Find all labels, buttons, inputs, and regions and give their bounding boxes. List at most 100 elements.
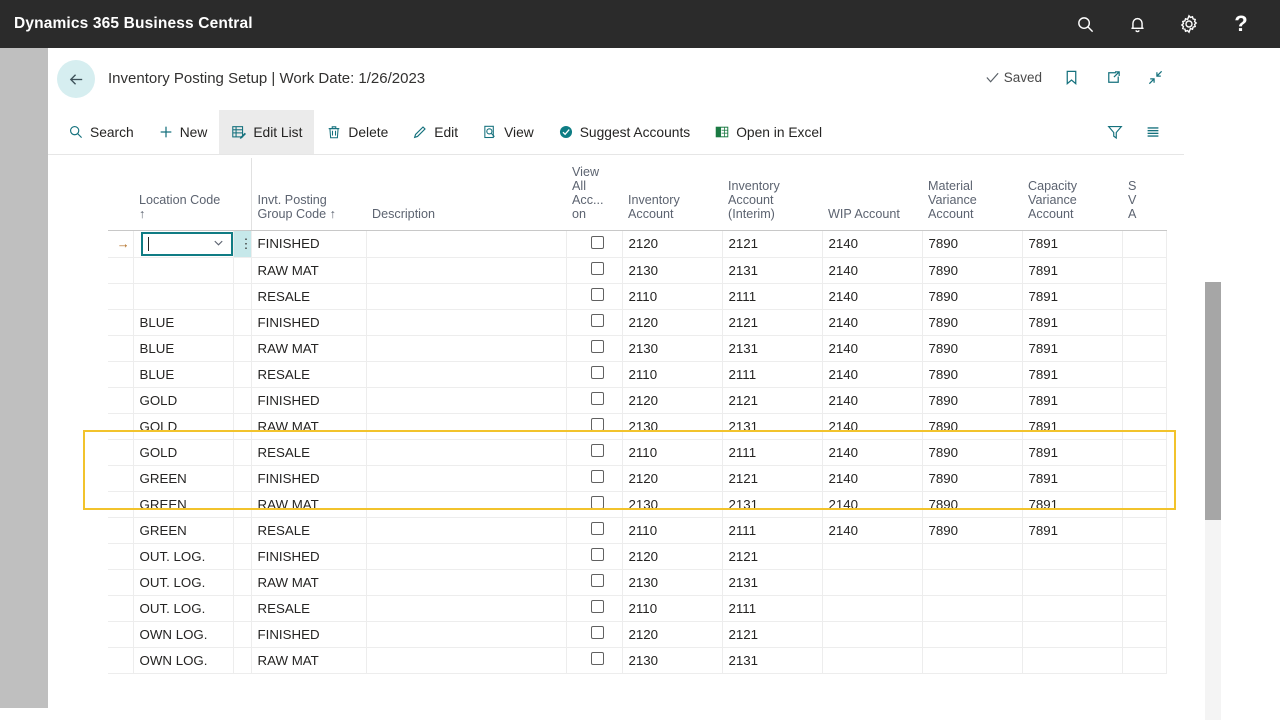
vertical-scrollbar-thumb[interactable]	[1205, 282, 1221, 520]
cell-description[interactable]	[366, 517, 567, 544]
cell-description[interactable]	[366, 543, 567, 570]
cell-view-all-accounts-checkbox[interactable]	[566, 595, 623, 622]
cell-inventory-account-interim[interactable]: 2131	[722, 413, 823, 440]
cell-material-variance-account[interactable]: 7890	[922, 309, 1023, 336]
cell-invt-posting-group-code[interactable]: RAW MAT	[251, 413, 367, 440]
cell-invt-posting-group-code[interactable]: FINISHED	[251, 230, 367, 258]
table-row[interactable]: GOLD FINISHED 2120 2121 2140 7890 7891	[108, 387, 1167, 414]
cell-wip-account[interactable]: 2140	[822, 257, 923, 284]
cell-wip-account[interactable]: 2140	[822, 387, 923, 414]
cell-location-code[interactable]: OWN LOG.	[133, 647, 234, 674]
cell-location-code[interactable]: GREEN	[133, 491, 234, 518]
cell-wip-account[interactable]	[822, 647, 923, 674]
table-row[interactable]: → ⋮FINISHED 21202121214078907891	[108, 230, 1167, 258]
ribbon-button-edit-list[interactable]: Edit List	[219, 110, 315, 154]
cell-capacity-variance-account[interactable]: 7891	[1022, 465, 1123, 492]
cell-subcontracted-variance-account[interactable]	[1122, 465, 1167, 492]
checkbox-icon[interactable]	[590, 288, 604, 301]
search-icon[interactable]	[1068, 7, 1102, 41]
cell-view-all-accounts-checkbox[interactable]	[566, 257, 623, 284]
cell-wip-account[interactable]: 2140	[822, 309, 923, 336]
cell-capacity-variance-account[interactable]: 7891	[1022, 491, 1123, 518]
ribbon-button-search[interactable]: Search	[56, 110, 146, 154]
cell-inventory-account[interactable]: 2110	[622, 595, 723, 622]
cell-wip-account[interactable]: 2140	[822, 517, 923, 544]
checkbox-icon[interactable]	[590, 548, 604, 561]
cell-inventory-account[interactable]: 2110	[622, 283, 723, 310]
cell-view-all-accounts-checkbox[interactable]	[566, 387, 623, 414]
table-row[interactable]: BLUE RESALE 2110 2111 2140 7890 7891	[108, 361, 1167, 388]
cell-description[interactable]	[366, 569, 567, 596]
cell-inventory-account[interactable]: 2120	[622, 230, 723, 258]
checkbox-icon[interactable]	[590, 418, 604, 431]
cell-subcontracted-variance-account[interactable]	[1122, 439, 1167, 466]
cell-invt-posting-group-code[interactable]: RAW MAT	[251, 647, 367, 674]
assist-edit-button[interactable]: ⋮	[233, 230, 252, 258]
cell-inventory-account[interactable]: 2130	[622, 569, 723, 596]
cell-view-all-accounts-checkbox[interactable]	[566, 309, 623, 336]
cell-material-variance-account[interactable]: 7890	[922, 257, 1023, 284]
cell-subcontracted-variance-account[interactable]	[1122, 309, 1167, 336]
cell-inventory-account-interim[interactable]: 2111	[722, 361, 823, 388]
cell-capacity-variance-account[interactable]: 7891	[1022, 335, 1123, 362]
cell-description[interactable]	[366, 309, 567, 336]
cell-view-all-accounts-checkbox[interactable]	[566, 465, 623, 492]
table-row[interactable]: GREEN FINISHED 2120 2121 2140 7890 7891	[108, 465, 1167, 492]
cell-capacity-variance-account[interactable]: 7891	[1022, 439, 1123, 466]
cell-inventory-account[interactable]: 2110	[622, 517, 723, 544]
cell-view-all-accounts-checkbox[interactable]	[566, 569, 623, 596]
table-row[interactable]: BLUE RAW MAT 2130 2131 2140 7890 7891	[108, 335, 1167, 362]
cell-invt-posting-group-code[interactable]: RAW MAT	[251, 569, 367, 596]
cell-description[interactable]	[366, 335, 567, 362]
col-subcontracted-variance-account[interactable]: S V A	[1122, 158, 1166, 231]
cell-invt-posting-group-code[interactable]: RESALE	[251, 595, 367, 622]
cell-location-code[interactable]: OWN LOG.	[133, 621, 234, 648]
cell-material-variance-account[interactable]	[922, 543, 1023, 570]
ribbon-button-open-in-excel[interactable]: Open in Excel	[702, 110, 834, 154]
checkbox-icon[interactable]	[590, 444, 604, 457]
cell-location-code[interactable]: BLUE	[133, 361, 234, 388]
cell-view-all-accounts-checkbox[interactable]	[566, 621, 623, 648]
cell-capacity-variance-account[interactable]: 7891	[1022, 361, 1123, 388]
cell-inventory-account-interim[interactable]: 2121	[722, 621, 823, 648]
cell-invt-posting-group-code[interactable]: FINISHED	[251, 465, 367, 492]
cell-description[interactable]	[366, 257, 567, 284]
col-description[interactable]: Description	[366, 158, 566, 231]
cell-wip-account[interactable]: 2140	[822, 413, 923, 440]
cell-description[interactable]	[366, 595, 567, 622]
cell-description[interactable]	[366, 283, 567, 310]
cell-invt-posting-group-code[interactable]: RAW MAT	[251, 335, 367, 362]
table-row[interactable]: GREEN RAW MAT 2130 2131 2140 7890 7891	[108, 491, 1167, 518]
cell-material-variance-account[interactable]: 7890	[922, 230, 1023, 258]
cell-material-variance-account[interactable]: 7890	[922, 387, 1023, 414]
cell-location-code[interactable]: GOLD	[133, 413, 234, 440]
table-row[interactable]: OUT. LOG. RAW MAT 2130 2131	[108, 569, 1167, 596]
checkbox-icon[interactable]	[590, 392, 604, 405]
collapse-icon[interactable]	[1142, 64, 1168, 90]
cell-material-variance-account[interactable]: 7890	[922, 465, 1023, 492]
cell-location-code[interactable]	[133, 257, 234, 284]
cell-location-code[interactable]: BLUE	[133, 309, 234, 336]
cell-inventory-account-interim[interactable]: 2121	[722, 465, 823, 492]
cell-description[interactable]	[366, 361, 567, 388]
cell-capacity-variance-account[interactable]: 7891	[1022, 257, 1123, 284]
cell-view-all-accounts-checkbox[interactable]	[566, 283, 623, 310]
ribbon-button-new[interactable]: New	[146, 110, 220, 154]
checkbox-icon[interactable]	[590, 522, 604, 535]
cell-inventory-account[interactable]: 2120	[622, 387, 723, 414]
cell-wip-account[interactable]	[822, 621, 923, 648]
cell-inventory-account[interactable]: 2120	[622, 621, 723, 648]
cell-capacity-variance-account[interactable]: 7891	[1022, 283, 1123, 310]
cell-material-variance-account[interactable]: 7890	[922, 517, 1023, 544]
ribbon-button-delete[interactable]: Delete	[314, 110, 400, 154]
cell-subcontracted-variance-account[interactable]	[1122, 361, 1167, 388]
cell-subcontracted-variance-account[interactable]	[1122, 335, 1167, 362]
table-row[interactable]: OWN LOG. FINISHED 2120 2121	[108, 621, 1167, 648]
cell-capacity-variance-account[interactable]: 7891	[1022, 413, 1123, 440]
cell-capacity-variance-account[interactable]	[1022, 543, 1123, 570]
table-row[interactable]: RESALE 2110 2111 2140 7890 7891	[108, 283, 1167, 310]
cell-inventory-account-interim[interactable]: 2111	[722, 439, 823, 466]
cell-subcontracted-variance-account[interactable]	[1122, 387, 1167, 414]
cell-inventory-account-interim[interactable]: 2111	[722, 517, 823, 544]
cell-inventory-account[interactable]: 2110	[622, 439, 723, 466]
